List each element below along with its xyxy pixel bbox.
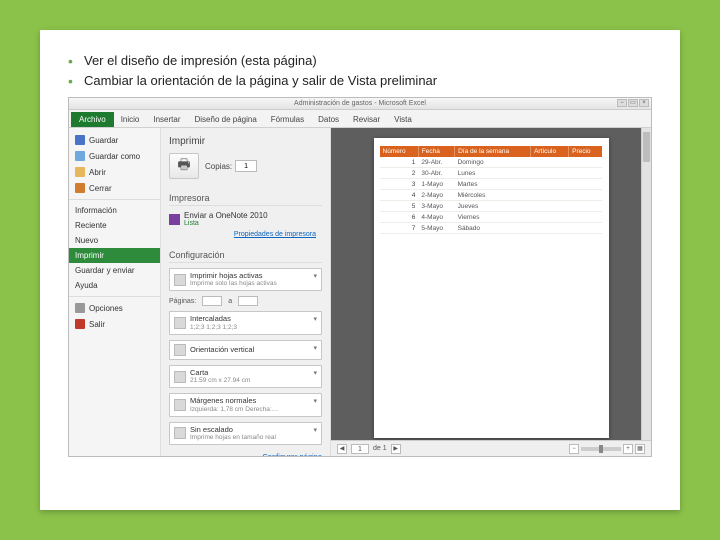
print-button[interactable]: 🖶 [169, 153, 199, 179]
zoom-in-button[interactable]: + [623, 444, 633, 454]
page-prev-button[interactable]: ◀ [337, 444, 347, 454]
nav-close[interactable]: Cerrar [69, 180, 160, 196]
margins-combo[interactable]: Márgenes normalesIzquierda: 1,78 cm Dere… [169, 393, 322, 416]
window-titlebar: Administración de gastos - Microsoft Exc… [69, 98, 651, 110]
table-row: 64-MayoViernes [380, 212, 603, 223]
save-as-icon [75, 151, 85, 161]
nav-recent[interactable]: Reciente [69, 218, 160, 233]
window-buttons: − ▭ × [617, 99, 649, 107]
close-icon [75, 183, 85, 193]
table-row: 75-MayoSábado [380, 223, 603, 234]
zoom-fit-button[interactable]: ▦ [635, 444, 645, 454]
pages-range: Páginas: a [169, 296, 322, 306]
printer-properties-link[interactable]: Propiedades de impresora [169, 231, 322, 238]
table-row: 53-MayoJueves [380, 201, 603, 212]
tab-diseno[interactable]: Diseño de página [188, 112, 264, 127]
page-number-box[interactable]: 1 [351, 444, 369, 454]
preview-page: Número Fecha Día de la semana Artículo P… [374, 138, 609, 438]
table-row: 230-Abr.Lunes [380, 168, 603, 179]
excel-window: Administración de gastos - Microsoft Exc… [68, 97, 652, 457]
nav-info[interactable]: Información [69, 199, 160, 218]
pages-from-input[interactable] [202, 296, 222, 306]
pages-to-input[interactable] [238, 296, 258, 306]
save-icon [75, 135, 85, 145]
paper-icon [174, 371, 186, 383]
collate-combo[interactable]: Intercaladas1;2;3 1;2;3 1;2;3 [169, 311, 322, 334]
tab-insertar[interactable]: Insertar [146, 112, 187, 127]
ribbon: Archivo Inicio Insertar Diseño de página… [69, 110, 651, 128]
table-row: 42-MayoMiércoles [380, 190, 603, 201]
tab-file[interactable]: Archivo [71, 112, 114, 127]
page-setup-link[interactable]: Configurar página [169, 452, 322, 456]
bullet-1: Ver el diseño de impresión (esta página) [68, 52, 652, 70]
scaling-icon [174, 427, 186, 439]
page-of-label: de 1 [373, 445, 387, 452]
zoom-out-button[interactable]: − [569, 444, 579, 454]
close-button[interactable]: × [639, 99, 649, 107]
nav-open[interactable]: Abrir [69, 164, 160, 180]
copies-label: Copias: [205, 162, 232, 171]
print-settings-pane: Imprimir 🖶 Copias: Impresora Enviar a On… [161, 128, 331, 456]
window-title: Administración de gastos - Microsoft Exc… [294, 100, 426, 107]
nav-exit[interactable]: Salir [69, 316, 160, 332]
margins-icon [174, 399, 186, 411]
tab-revisar[interactable]: Revisar [346, 112, 387, 127]
open-icon [75, 167, 85, 177]
scaling-combo[interactable]: Sin escaladoImprime hojas en tamaño real [169, 422, 322, 445]
nav-new[interactable]: Nuevo [69, 233, 160, 248]
nav-save-as[interactable]: Guardar como [69, 148, 160, 164]
nav-save[interactable]: Guardar [69, 132, 160, 148]
table-row: 31-MayoMartes [380, 179, 603, 190]
printer-section-heading: Impresora [169, 193, 322, 206]
bullet-2: Cambiar la orientación de la página y sa… [68, 72, 652, 90]
table-row: 129-Abr.Domingo [380, 157, 603, 168]
nav-save-send[interactable]: Guardar y enviar [69, 263, 160, 278]
zoom-control[interactable]: − + ▦ [569, 444, 645, 454]
backstage-nav: Guardar Guardar como Abrir Cerrar Inform… [69, 128, 161, 456]
orientation-icon [174, 344, 186, 356]
tab-inicio[interactable]: Inicio [114, 112, 147, 127]
tab-vista[interactable]: Vista [387, 112, 419, 127]
paper-combo[interactable]: Carta21.59 cm x 27.94 cm [169, 365, 322, 388]
orientation-combo[interactable]: Orientación vertical [169, 340, 322, 360]
tab-formulas[interactable]: Fórmulas [264, 112, 311, 127]
printer-icon: 🖶 [177, 154, 190, 178]
bullet-list: Ver el diseño de impresión (esta página)… [68, 52, 652, 89]
onenote-icon [169, 214, 180, 225]
tab-datos[interactable]: Datos [311, 112, 346, 127]
page-next-button[interactable]: ▶ [391, 444, 401, 454]
minimize-button[interactable]: − [617, 99, 627, 107]
preview-table: Número Fecha Día de la semana Artículo P… [380, 146, 603, 234]
print-what-combo[interactable]: Imprimir hojas activasImprime solo las h… [169, 268, 322, 291]
nav-options[interactable]: Opciones [69, 296, 160, 316]
print-heading: Imprimir [169, 136, 322, 147]
copies-input[interactable] [235, 160, 257, 172]
collate-icon [174, 317, 186, 329]
printer-selector[interactable]: Enviar a OneNote 2010 Lista [169, 211, 322, 227]
config-section-heading: Configuración [169, 250, 322, 263]
exit-icon [75, 319, 85, 329]
nav-print[interactable]: Imprimir [69, 248, 160, 263]
print-preview: Número Fecha Día de la semana Artículo P… [331, 128, 651, 456]
preview-footer: ◀ 1 de 1 ▶ − + ▦ [331, 440, 651, 456]
slide: Ver el diseño de impresión (esta página)… [40, 30, 680, 510]
maximize-button[interactable]: ▭ [628, 99, 638, 107]
sheets-icon [174, 274, 186, 286]
preview-scrollbar[interactable] [641, 128, 651, 440]
nav-help[interactable]: Ayuda [69, 278, 160, 293]
options-icon [75, 303, 85, 313]
